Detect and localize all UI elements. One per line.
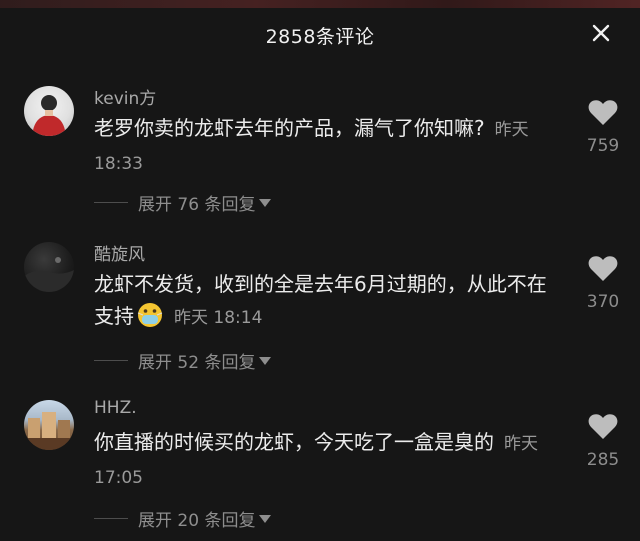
comment-text: 老罗你卖的龙虾去年的产品，漏气了你知嘛? 昨天 18:33 xyxy=(94,112,554,180)
expand-replies-button[interactable]: 展开 20 条回复 xyxy=(94,506,272,531)
avatar[interactable] xyxy=(24,86,74,136)
heart-icon xyxy=(588,256,618,281)
comment-text: 你直播的时候买的龙虾，今天吃了一盒是臭的 昨天 17:05 xyxy=(94,426,554,494)
expand-replies-button[interactable]: 展开 52 条回复 xyxy=(94,348,272,373)
reply-divider xyxy=(94,360,128,361)
like-button[interactable]: 370 xyxy=(578,254,628,312)
like-button[interactable]: 285 xyxy=(578,412,628,470)
chevron-down-icon xyxy=(259,356,272,365)
close-icon xyxy=(592,24,610,42)
avatar[interactable] xyxy=(24,400,74,450)
comment-time: 昨天 18:14 xyxy=(174,308,263,328)
heart-icon xyxy=(588,414,618,439)
close-button[interactable] xyxy=(586,18,616,48)
comment-body: 老罗你卖的龙虾去年的产品，漏气了你知嘛? xyxy=(94,116,485,140)
user-avatar-icon xyxy=(24,412,74,450)
username[interactable]: HHZ. xyxy=(94,398,137,418)
user-avatar-icon xyxy=(24,257,74,292)
expand-replies-button[interactable]: 展开 76 条回复 xyxy=(94,190,272,215)
chevron-down-icon xyxy=(259,198,272,207)
expand-replies-label: 展开 20 条回复 xyxy=(138,511,256,531)
comment-text: 龙虾不发货，收到的全是去年6月过期的，从此不在支持 昨天 18:14 xyxy=(94,268,554,334)
reply-divider xyxy=(94,518,128,519)
like-count: 285 xyxy=(586,450,620,470)
username[interactable]: kevin方 xyxy=(94,84,156,109)
expand-replies-label: 展开 76 条回复 xyxy=(138,195,256,215)
expand-replies-label: 展开 52 条回复 xyxy=(138,353,256,373)
username[interactable]: 酷旋风 xyxy=(94,240,145,265)
heart-icon xyxy=(588,100,618,125)
comment-body: 你直播的时候买的龙虾，今天吃了一盒是臭的 xyxy=(94,430,494,454)
like-button[interactable]: 759 xyxy=(578,98,628,156)
like-count: 370 xyxy=(586,292,620,312)
chevron-down-icon xyxy=(259,514,272,523)
top-glow xyxy=(0,0,640,8)
mask-face-emoji-icon xyxy=(137,303,163,327)
comment-count-title: 2858条评论 xyxy=(265,26,375,48)
comments-header: 2858条评论 xyxy=(0,14,640,54)
avatar[interactable] xyxy=(24,242,74,292)
like-count: 759 xyxy=(586,136,620,156)
reply-divider xyxy=(94,202,128,203)
user-avatar-icon xyxy=(32,95,66,136)
